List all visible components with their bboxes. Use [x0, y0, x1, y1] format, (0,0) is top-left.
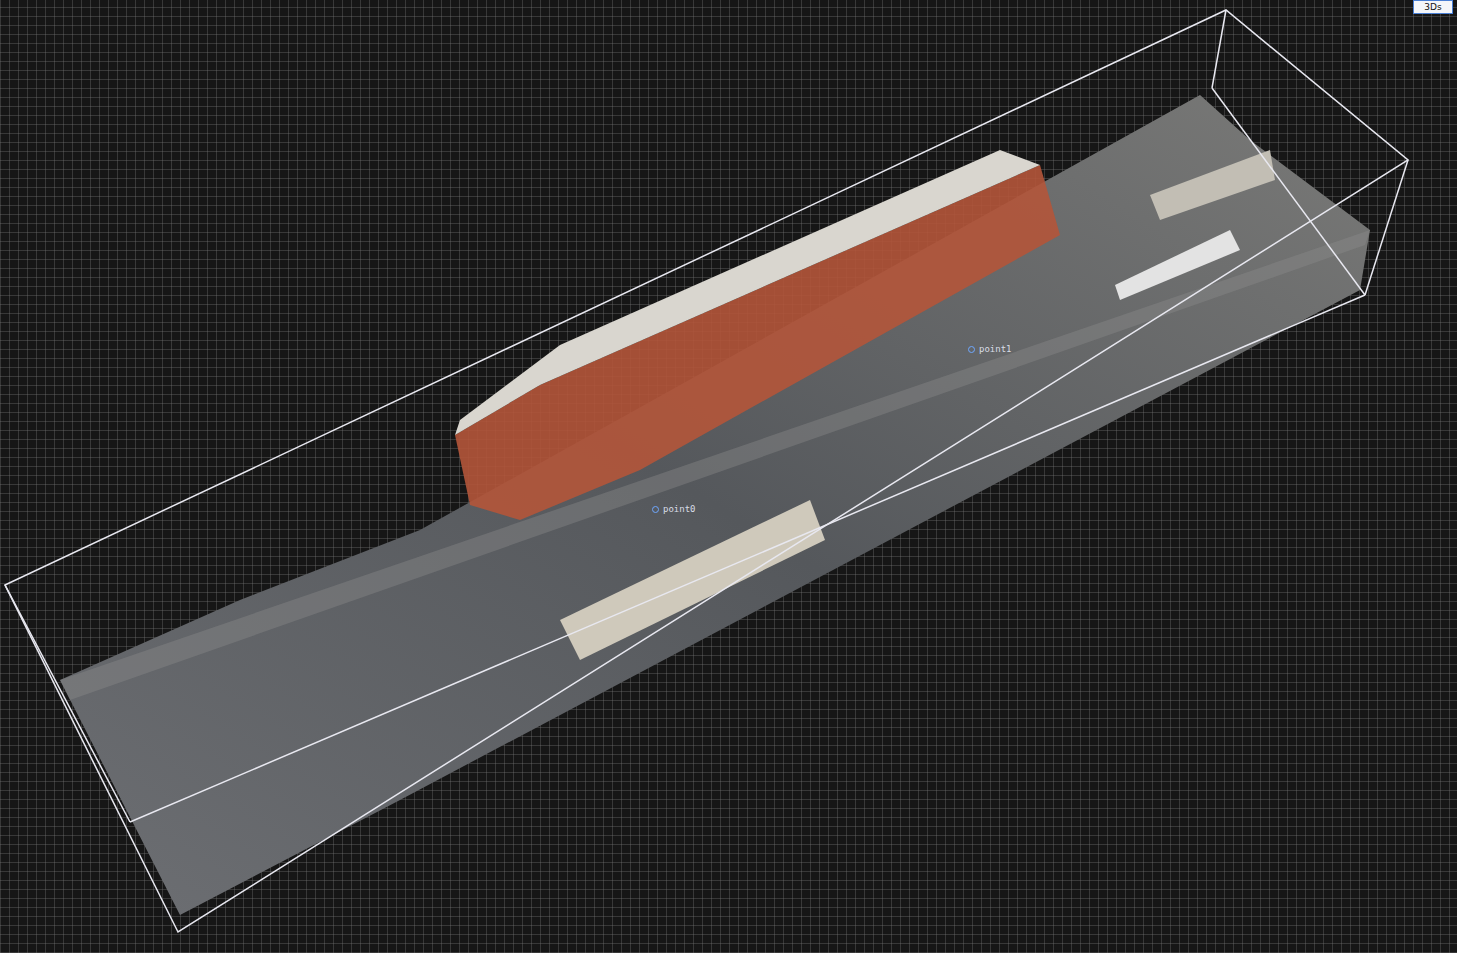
point-dot-icon: [652, 506, 659, 513]
point-label: point0: [663, 504, 696, 514]
point-marker[interactable]: point1: [968, 344, 1012, 354]
point-marker[interactable]: point0: [652, 504, 696, 514]
point-cloud-scene: [0, 0, 1457, 953]
view-mode-button[interactable]: 3Ds: [1413, 0, 1453, 14]
point-dot-icon: [968, 346, 975, 353]
viewport[interactable]: 3Ds point0 point1: [0, 0, 1457, 953]
point-label: point1: [979, 344, 1012, 354]
